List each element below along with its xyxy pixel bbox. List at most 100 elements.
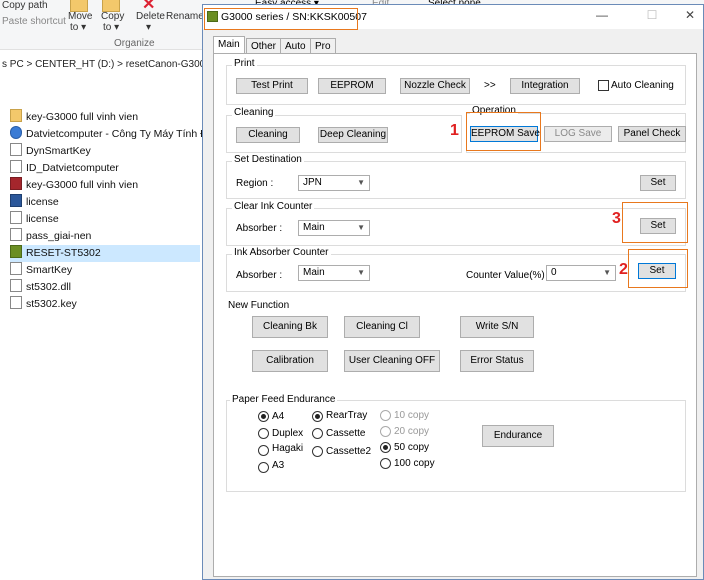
tab-pro[interactable]: Pro [310, 38, 336, 54]
clear-ink-counter-label: Clear Ink Counter [232, 201, 315, 212]
clear-absorber-select[interactable]: Main ▼ [298, 220, 370, 236]
file-name: license [26, 213, 59, 225]
cleaning-cl-button[interactable]: Cleaning Cl [344, 316, 420, 338]
file-name: pass_giai-nen [26, 230, 92, 242]
file-icon [10, 160, 22, 173]
error-status-button[interactable]: Error Status [460, 350, 534, 372]
region-select[interactable]: JPN ▼ [298, 175, 370, 191]
radio-a4[interactable] [258, 411, 269, 422]
write-sn-button[interactable]: Write S/N [460, 316, 534, 338]
list-item[interactable]: license [10, 211, 59, 228]
calibration-button[interactable]: Calibration [252, 350, 328, 372]
paper-feed-endurance-label: Paper Feed Endurance [230, 394, 338, 405]
chevron-down-icon: ▼ [357, 178, 365, 187]
list-item[interactable]: st5302.key [10, 296, 77, 313]
absorber-value: Main [303, 267, 325, 278]
ink-absorber-counter-label: Ink Absorber Counter [232, 247, 331, 258]
file-icon [10, 262, 22, 275]
panel-check-button[interactable]: Panel Check [618, 126, 686, 142]
new-function-label: New Function [228, 300, 290, 311]
list-item[interactable]: key-G3000 full vinh vien [10, 109, 138, 126]
radio-cassette2[interactable] [312, 446, 323, 457]
list-item[interactable]: ID_Datvietcomputer [10, 160, 119, 177]
copy-path-button[interactable]: Copy path [2, 0, 48, 11]
tab-main[interactable]: Main [213, 36, 245, 54]
copy-to-button[interactable]: Copy [101, 11, 124, 22]
cleaning-bk-button[interactable]: Cleaning Bk [252, 316, 328, 338]
set-destination-group [226, 161, 686, 199]
radio-100-copy-label: 100 copy [394, 458, 435, 469]
eeprom-save-highlight [466, 112, 541, 151]
set-destination-label: Set Destination [232, 154, 304, 165]
step-3-marker: 3 [612, 210, 621, 227]
radio-a3[interactable] [258, 462, 269, 473]
nozzle-check-button[interactable]: Nozzle Check [400, 78, 470, 94]
list-item[interactable]: st5302.dll [10, 279, 71, 296]
reset-tool-window: G3000 series / SN:KKSK00507 — ☐ ✕ Main O… [202, 4, 704, 580]
file-icon [10, 211, 22, 224]
paste-shortcut-button[interactable]: Paste shortcut [2, 16, 66, 27]
list-item[interactable]: DynSmartKey [10, 143, 91, 160]
cleaning-button[interactable]: Cleaning [236, 127, 300, 143]
list-item[interactable]: RESET-ST5302 [10, 245, 200, 262]
test-print-button[interactable]: Test Print [236, 78, 308, 94]
move-to-button[interactable]: Move [68, 11, 92, 22]
radio-a4-label: A4 [272, 411, 285, 422]
file-name: RESET-ST5302 [26, 247, 101, 259]
doc-icon [10, 194, 22, 207]
list-item[interactable]: Datvietcomputer - Công Ty Máy Tính Đất..… [10, 126, 225, 143]
folder-icon [10, 109, 22, 122]
log-save-button[interactable]: LOG Save [544, 126, 612, 142]
counter-value-select[interactable]: 0 ▼ [546, 265, 616, 281]
radio-hagaki-label: Hagaki [272, 443, 304, 454]
link-icon [10, 126, 22, 139]
clear-absorber-label: Absorber : [236, 223, 283, 234]
file-icon [10, 228, 22, 241]
file-icon [10, 143, 22, 156]
move-to-dropdown[interactable]: to ▾ [70, 22, 86, 33]
list-item[interactable]: key-G3000 full vinh vien [10, 177, 138, 194]
set-destination-set-button[interactable]: Set [640, 175, 676, 191]
rename-button[interactable]: Rename [166, 11, 204, 22]
copy-to-dropdown[interactable]: to ▾ [103, 22, 119, 33]
arrows-label: >> [484, 80, 496, 91]
minimize-button[interactable]: — [589, 8, 615, 22]
user-cleaning-off-button[interactable]: User Cleaning OFF [344, 350, 440, 372]
clear-absorber-value: Main [303, 222, 325, 233]
file-name: SmartKey [26, 264, 73, 276]
app-icon [10, 245, 22, 258]
radio-hagaki[interactable] [258, 445, 269, 456]
tab-other[interactable]: Other [246, 38, 282, 54]
radio-reartray[interactable] [312, 411, 323, 422]
list-item[interactable]: SmartKey [10, 262, 72, 279]
delete-dropdown[interactable]: ▾ [146, 22, 151, 33]
maximize-button[interactable]: ☐ [639, 8, 665, 22]
absorber-select[interactable]: Main ▼ [298, 265, 370, 281]
list-item[interactable]: pass_giai-nen [10, 228, 91, 245]
auto-cleaning-checkbox[interactable] [598, 80, 609, 91]
eeprom-button[interactable]: EEPROM [318, 78, 386, 94]
file-name: Datvietcomputer - Công Ty Máy Tính Đất..… [26, 128, 226, 140]
radio-20-copy[interactable] [380, 426, 391, 437]
file-name: st5302.key [26, 298, 77, 310]
address-bar[interactable]: s PC > CENTER_HT (D:) > resetCanon-G3000… [0, 54, 210, 76]
radio-100-copy[interactable] [380, 458, 391, 469]
tab-auto[interactable]: Auto [280, 38, 311, 54]
file-name: st5302.dll [26, 281, 71, 293]
region-value: JPN [303, 177, 322, 188]
file-name: license [26, 196, 59, 208]
radio-cassette[interactable] [312, 428, 323, 439]
delete-button[interactable]: Delete [136, 11, 165, 22]
step-1-marker: 1 [450, 122, 459, 139]
radio-duplex[interactable] [258, 428, 269, 439]
close-button[interactable]: ✕ [677, 8, 703, 22]
integration-button[interactable]: Integration [510, 78, 580, 94]
endurance-button[interactable]: Endurance [482, 425, 554, 447]
radio-a3-label: A3 [272, 460, 285, 471]
auto-cleaning-label: Auto Cleaning [611, 80, 674, 91]
radio-10-copy[interactable] [380, 410, 391, 421]
radio-50-copy[interactable] [380, 442, 391, 453]
deep-cleaning-button[interactable]: Deep Cleaning [318, 127, 388, 143]
list-item[interactable]: license [10, 194, 59, 211]
file-name: key-G3000 full vinh vien [26, 111, 139, 123]
